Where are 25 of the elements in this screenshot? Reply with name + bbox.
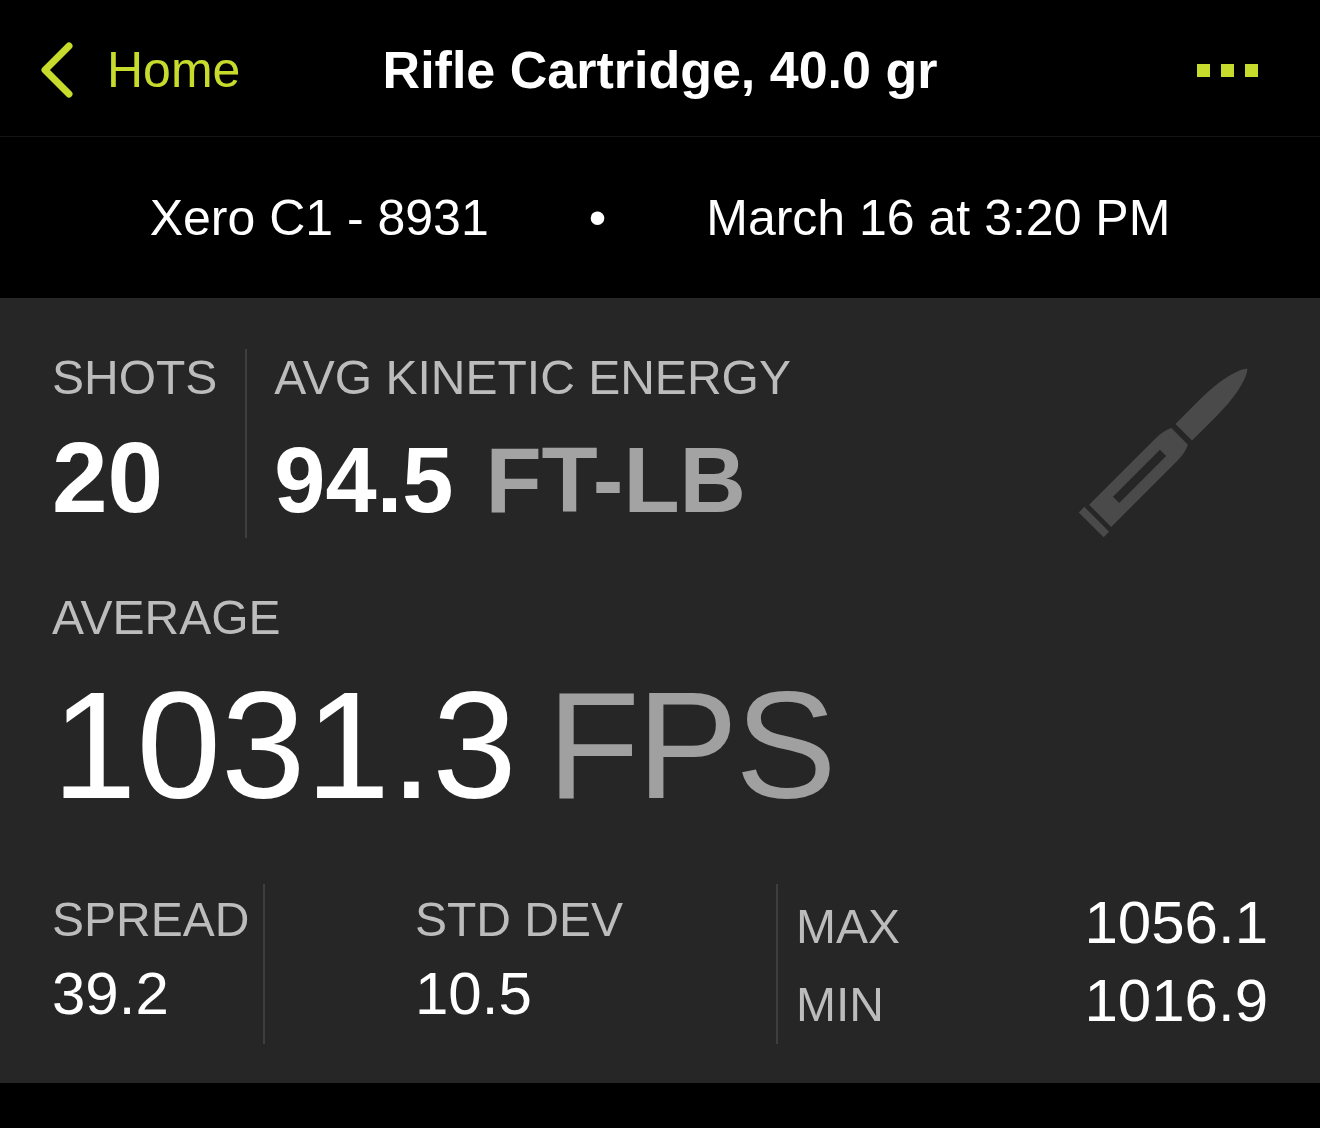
shots-value: 20 <box>52 422 165 532</box>
shots-label: SHOTS <box>52 350 218 406</box>
average-label: AVERAGE <box>52 590 281 646</box>
energy-value: 94.5 <box>274 430 454 530</box>
screen-title: Rifle Cartridge, 40.0 gr <box>382 40 938 101</box>
range-label: MAX <box>796 899 900 955</box>
average-unit: FPS <box>546 665 834 825</box>
range-value: 1016.9 <box>1084 966 1268 1036</box>
more-button[interactable] <box>1197 63 1258 77</box>
separator-dot: • <box>588 188 607 248</box>
energy-label: AVG KINETIC ENERGY <box>274 350 791 406</box>
stat-label: SPREAD <box>52 892 250 948</box>
energy-unit: FT-LB <box>485 430 746 530</box>
stat-value: 10.5 <box>415 959 532 1029</box>
cartridge-icon <box>1078 368 1248 538</box>
device-name: Xero C1 - 8931 <box>149 188 489 248</box>
chevron-left-icon <box>40 42 74 98</box>
range-value: 1056.1 <box>1084 888 1268 958</box>
range-label: MIN <box>796 977 884 1033</box>
stat-value: 39.2 <box>52 959 169 1029</box>
session-date: March 16 at 3:20 PM <box>706 188 1171 248</box>
stat-label: STD DEV <box>415 892 624 948</box>
more-icon <box>1197 63 1258 77</box>
average-value: 1031.3 <box>52 665 517 825</box>
back-button[interactable]: Home <box>40 40 241 100</box>
